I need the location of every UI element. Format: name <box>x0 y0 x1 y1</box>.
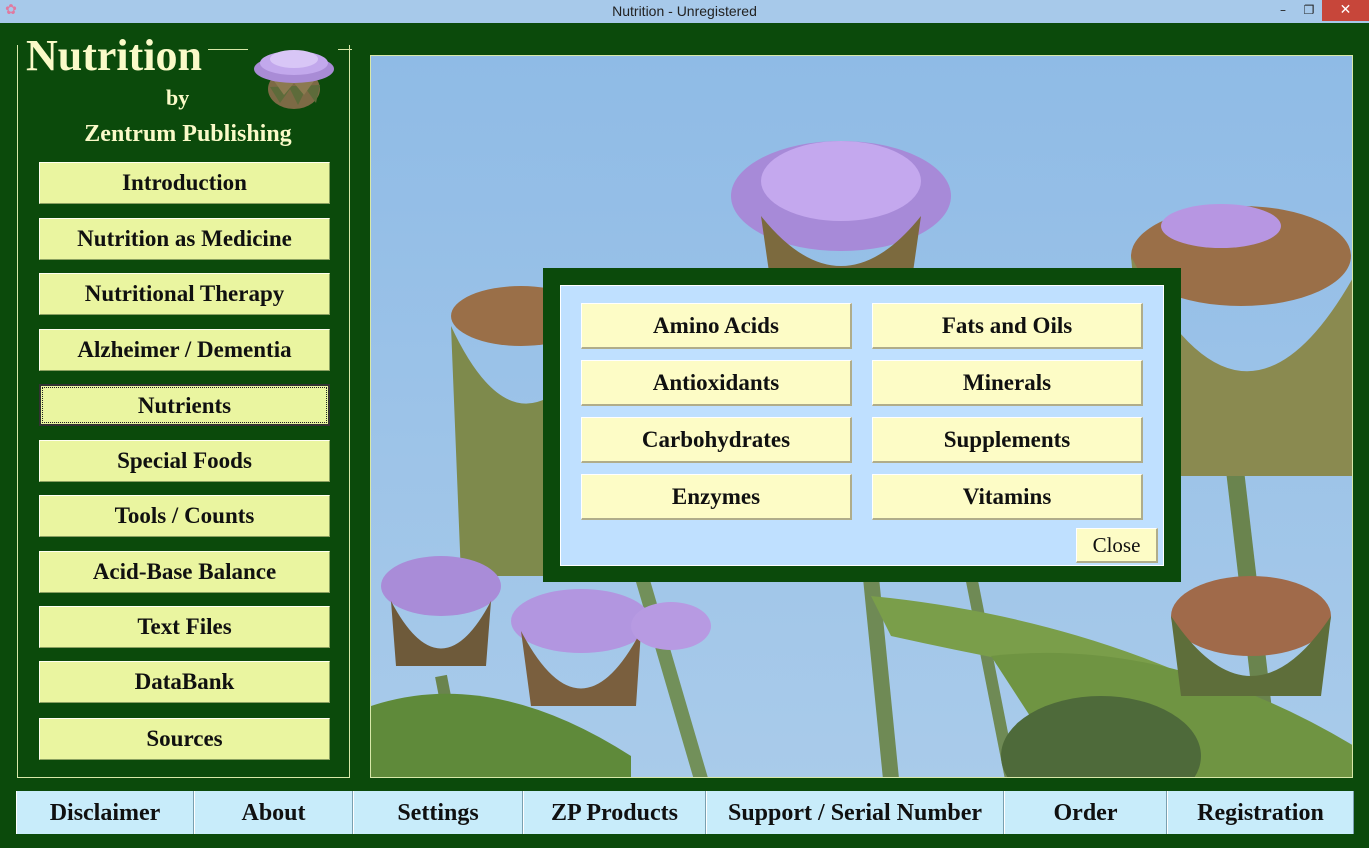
bottom-toolbar: Disclaimer About Settings ZP Products Su… <box>16 791 1354 834</box>
order-button[interactable]: Order <box>1004 791 1167 834</box>
zp-products-button[interactable]: ZP Products <box>523 791 706 834</box>
nutrients-dialog: Amino Acids Fats and Oils Antioxidants M… <box>543 268 1181 582</box>
window-titlebar: ✿ Nutrition - Unregistered – ❐ ✕ <box>0 0 1369 23</box>
settings-button[interactable]: Settings <box>353 791 523 834</box>
nav-nutritional-therapy-button[interactable]: Nutritional Therapy <box>39 273 330 315</box>
nutrients-dialog-panel: Amino Acids Fats and Oils Antioxidants M… <box>560 285 1164 566</box>
close-window-button[interactable]: ✕ <box>1322 0 1369 21</box>
app-title: Nutrition <box>26 31 202 80</box>
about-button[interactable]: About <box>194 791 353 834</box>
supplements-button[interactable]: Supplements <box>872 417 1143 463</box>
minimize-button[interactable]: – <box>1270 0 1296 21</box>
antioxidants-button[interactable]: Antioxidants <box>581 360 852 406</box>
publisher-label: Zentrum Publishing <box>84 121 292 147</box>
by-label: by <box>166 85 190 110</box>
enzymes-button[interactable]: Enzymes <box>581 474 852 520</box>
window-title: Nutrition - Unregistered <box>612 3 757 19</box>
nav-sources-button[interactable]: Sources <box>39 718 330 760</box>
nav-databank-button[interactable]: DataBank <box>39 661 330 703</box>
sidebar-frame-line <box>208 49 248 50</box>
amino-acids-button[interactable]: Amino Acids <box>581 303 852 349</box>
nav-nutrition-as-medicine-button[interactable]: Nutrition as Medicine <box>39 218 330 260</box>
nav-introduction-button[interactable]: Introduction <box>39 162 330 204</box>
nav-alzheimer-dementia-button[interactable]: Alzheimer / Dementia <box>39 329 330 371</box>
nav-tools-counts-button[interactable]: Tools / Counts <box>39 495 330 537</box>
nav-text-files-button[interactable]: Text Files <box>39 606 330 648</box>
minerals-button[interactable]: Minerals <box>872 360 1143 406</box>
sidebar: Nutrition by Zentrum Publishing Introduc… <box>17 31 352 778</box>
nav-special-foods-button[interactable]: Special Foods <box>39 440 330 482</box>
registration-button[interactable]: Registration <box>1167 791 1354 834</box>
close-dialog-button[interactable]: Close <box>1076 528 1158 563</box>
artichoke-flower-logo <box>254 50 334 109</box>
fats-and-oils-button[interactable]: Fats and Oils <box>872 303 1143 349</box>
disclaimer-button[interactable]: Disclaimer <box>16 791 194 834</box>
nav-nutrients-button[interactable]: Nutrients <box>39 384 330 426</box>
support-serial-number-button[interactable]: Support / Serial Number <box>706 791 1004 834</box>
nav-acid-base-balance-button[interactable]: Acid-Base Balance <box>39 551 330 593</box>
maximize-button[interactable]: ❐ <box>1296 0 1322 21</box>
vitamins-button[interactable]: Vitamins <box>872 474 1143 520</box>
carbohydrates-button[interactable]: Carbohydrates <box>581 417 852 463</box>
